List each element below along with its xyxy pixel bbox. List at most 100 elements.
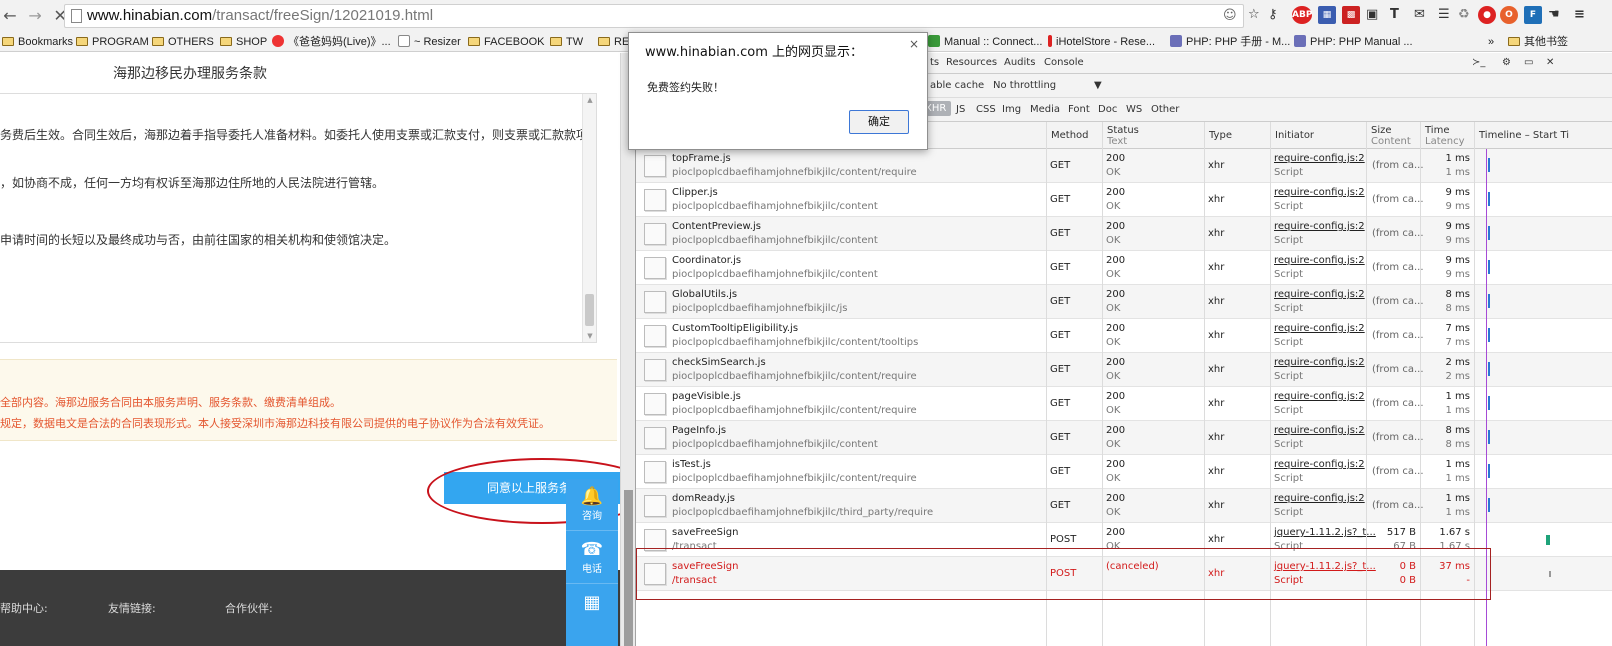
- chevron-down-icon[interactable]: ▼: [1094, 80, 1102, 91]
- request-initiator[interactable]: require-config.js:2: [1274, 493, 1365, 504]
- request-initiator[interactable]: require-config.js:2: [1274, 357, 1365, 368]
- network-row[interactable]: isTest.js pioclpoplcdbaefihamjohnefbikjil…: [636, 455, 1612, 489]
- puzzle-icon[interactable]: ♻: [1458, 6, 1470, 24]
- orange-extension-icon[interactable]: O: [1500, 6, 1518, 24]
- back-arrow-icon[interactable]: ←: [0, 6, 20, 25]
- network-row[interactable]: saveFreeSign/transact POST 200 OK xhr jquery-…: [636, 523, 1612, 557]
- request-initiator[interactable]: require-config.js:2: [1274, 391, 1365, 402]
- request-initiator[interactable]: require-config.js:2: [1274, 459, 1365, 470]
- filter-font[interactable]: Font: [1068, 104, 1090, 115]
- dock-icon[interactable]: ▭: [1524, 57, 1533, 68]
- filter-ws[interactable]: WS: [1126, 104, 1142, 115]
- filter-css[interactable]: CSS: [976, 104, 996, 115]
- column-initiator[interactable]: Initiator: [1270, 122, 1366, 149]
- network-row[interactable]: pageVisible.js pioclpoplcdbaefihamjohnefb…: [636, 387, 1612, 421]
- close-devtools-icon[interactable]: ✕: [1546, 57, 1554, 68]
- bookmark-php-en[interactable]: PHP: PHP Manual ...: [1294, 34, 1413, 50]
- key-icon[interactable]: ⚷: [1268, 6, 1278, 24]
- f-extension-icon[interactable]: F: [1524, 6, 1542, 24]
- hand-icon[interactable]: ☚: [1548, 6, 1560, 24]
- extension-icon[interactable]: ▩: [1342, 6, 1360, 24]
- bookmark-php-cn[interactable]: PHP: PHP 手册 - M...: [1170, 34, 1290, 50]
- browser-menu-icon[interactable]: ≡: [1574, 6, 1585, 24]
- settings-gear-icon[interactable]: ⚙: [1502, 57, 1511, 68]
- footer-help-center[interactable]: 帮助中心:: [0, 600, 48, 616]
- phone-button[interactable]: ☎ 电话: [566, 532, 618, 584]
- request-initiator[interactable]: require-config.js:2: [1274, 153, 1365, 164]
- bookmark-facebook[interactable]: FACEBOOK: [468, 34, 545, 50]
- scroll-up-icon[interactable]: ▲: [583, 96, 597, 104]
- terms-scroll-thumb[interactable]: [585, 294, 594, 326]
- text-icon[interactable]: T: [1390, 6, 1399, 24]
- bookmark-ihotelstore[interactable]: iHotelStore - Rese...: [1048, 34, 1155, 50]
- filter-media[interactable]: Media: [1030, 104, 1060, 115]
- url-text[interactable]: www.hinabian.com/transact/freeSign/12021…: [87, 7, 433, 24]
- forward-arrow-icon[interactable]: →: [25, 6, 45, 25]
- bookmark-program[interactable]: PROGRAM: [76, 34, 149, 50]
- filter-img[interactable]: Img: [1002, 104, 1021, 115]
- bookmark-others[interactable]: OTHERS: [152, 34, 214, 50]
- network-row[interactable]: topFrame.js pioclpoplcdbaefihamjohnefbikj…: [636, 149, 1612, 183]
- network-row[interactable]: PageInfo.js pioclpoplcdbaefihamjohnefbikj…: [636, 421, 1612, 455]
- request-initiator[interactable]: require-config.js:2: [1274, 425, 1365, 436]
- request-initiator[interactable]: require-config.js:2: [1274, 289, 1365, 300]
- disable-cache-checkbox[interactable]: able cache: [930, 80, 984, 91]
- qrcode-button[interactable]: ▦: [566, 585, 618, 637]
- request-initiator[interactable]: require-config.js:2: [1274, 255, 1365, 266]
- scroll-down-icon[interactable]: ▼: [583, 332, 597, 340]
- filter-js[interactable]: JS: [956, 104, 965, 115]
- menu-lines-icon[interactable]: ☰: [1438, 6, 1450, 24]
- terms-textbox[interactable]: 务费后生效。合同生效后，海那边着手指导委托人准备材料。如委托人使用支票或汇款支付…: [0, 93, 597, 343]
- share-icon[interactable]: ☺: [1223, 8, 1237, 23]
- request-initiator[interactable]: require-config.js:2: [1274, 221, 1365, 232]
- network-row[interactable]: domReady.js pioclpoplcdbaefihamjohnefbikj…: [636, 489, 1612, 523]
- throttling-select[interactable]: No throttling: [993, 80, 1056, 91]
- page-scroll-thumb[interactable]: [624, 490, 633, 646]
- column-time[interactable]: Time Latency: [1420, 122, 1474, 149]
- network-row[interactable]: CustomTooltipEligibility.js pioclpoplcdba…: [636, 319, 1612, 353]
- request-initiator[interactable]: require-config.js:2: [1274, 187, 1365, 198]
- tab-resources[interactable]: Resources: [946, 57, 997, 68]
- column-status[interactable]: Status Text: [1102, 122, 1204, 149]
- network-row[interactable]: saveFreeSign/transact POST (canceled) xhr jq…: [636, 557, 1612, 591]
- request-initiator[interactable]: jquery-1.11.2.js?_t...: [1274, 561, 1376, 572]
- filter-other[interactable]: Other: [1151, 104, 1179, 115]
- star-icon[interactable]: ☆: [1248, 6, 1260, 24]
- terms-scrollbar[interactable]: ▲ ▼: [582, 94, 596, 342]
- network-row[interactable]: Clipper.js pioclpoplcdbaefihamjohnefbikji…: [636, 183, 1612, 217]
- network-row[interactable]: Coordinator.js pioclpoplcdbaefihamjohnefb…: [636, 251, 1612, 285]
- ok-button[interactable]: 确定: [849, 110, 909, 134]
- extension-icon[interactable]: ▦: [1318, 6, 1336, 24]
- footer-partners[interactable]: 合作伙伴:: [225, 600, 273, 616]
- bookmark-icon[interactable]: ▣: [1366, 6, 1378, 24]
- bookmark-weibo[interactable]: 《爸爸妈妈(Live)》...: [272, 34, 391, 50]
- address-bar[interactable]: www.hinabian.com/transact/freeSign/12021…: [64, 4, 1244, 28]
- column-method[interactable]: Method: [1046, 122, 1102, 149]
- network-row[interactable]: checkSimSearch.js pioclpoplcdbaefihamjohn…: [636, 353, 1612, 387]
- network-row[interactable]: GlobalUtils.js pioclpoplcdbaefihamjohnefb…: [636, 285, 1612, 319]
- footer-friend-links[interactable]: 友情链接:: [108, 600, 156, 616]
- bookmark-resizer[interactable]: ~ Resizer: [398, 34, 461, 50]
- close-icon[interactable]: ×: [909, 37, 919, 51]
- column-size[interactable]: Size Content: [1366, 122, 1420, 149]
- bookmark-bookmarks[interactable]: Bookmarks: [2, 34, 73, 50]
- tab-timeline[interactable]: ts: [930, 57, 939, 68]
- column-timeline[interactable]: Timeline – Start Ti: [1474, 122, 1612, 149]
- request-initiator[interactable]: jquery-1.11.2.js?_t...: [1274, 527, 1376, 538]
- column-type[interactable]: Type: [1204, 122, 1270, 149]
- mail-icon[interactable]: ✉: [1414, 6, 1425, 24]
- tab-console[interactable]: Console: [1044, 57, 1084, 68]
- adblock-icon[interactable]: ABP: [1292, 6, 1312, 24]
- record-icon[interactable]: ●: [1478, 6, 1496, 24]
- request-initiator[interactable]: require-config.js:2: [1274, 323, 1365, 334]
- bookmark-other-bookmarks[interactable]: 其他书签: [1508, 34, 1568, 50]
- tab-audits[interactable]: Audits: [1004, 57, 1035, 68]
- filter-doc[interactable]: Doc: [1098, 104, 1117, 115]
- bookmark-manual-connect[interactable]: Manual :: Connect...: [928, 34, 1042, 50]
- bookmarks-overflow[interactable]: »: [1488, 34, 1494, 50]
- console-drawer-icon[interactable]: ≻_: [1472, 57, 1485, 68]
- network-row[interactable]: ContentPreview.js pioclpoplcdbaefihamjohn…: [636, 217, 1612, 251]
- consult-button[interactable]: 🔔 咨询: [566, 479, 618, 531]
- bookmark-shop[interactable]: SHOP: [220, 34, 267, 50]
- bookmark-tw[interactable]: TW: [550, 34, 583, 50]
